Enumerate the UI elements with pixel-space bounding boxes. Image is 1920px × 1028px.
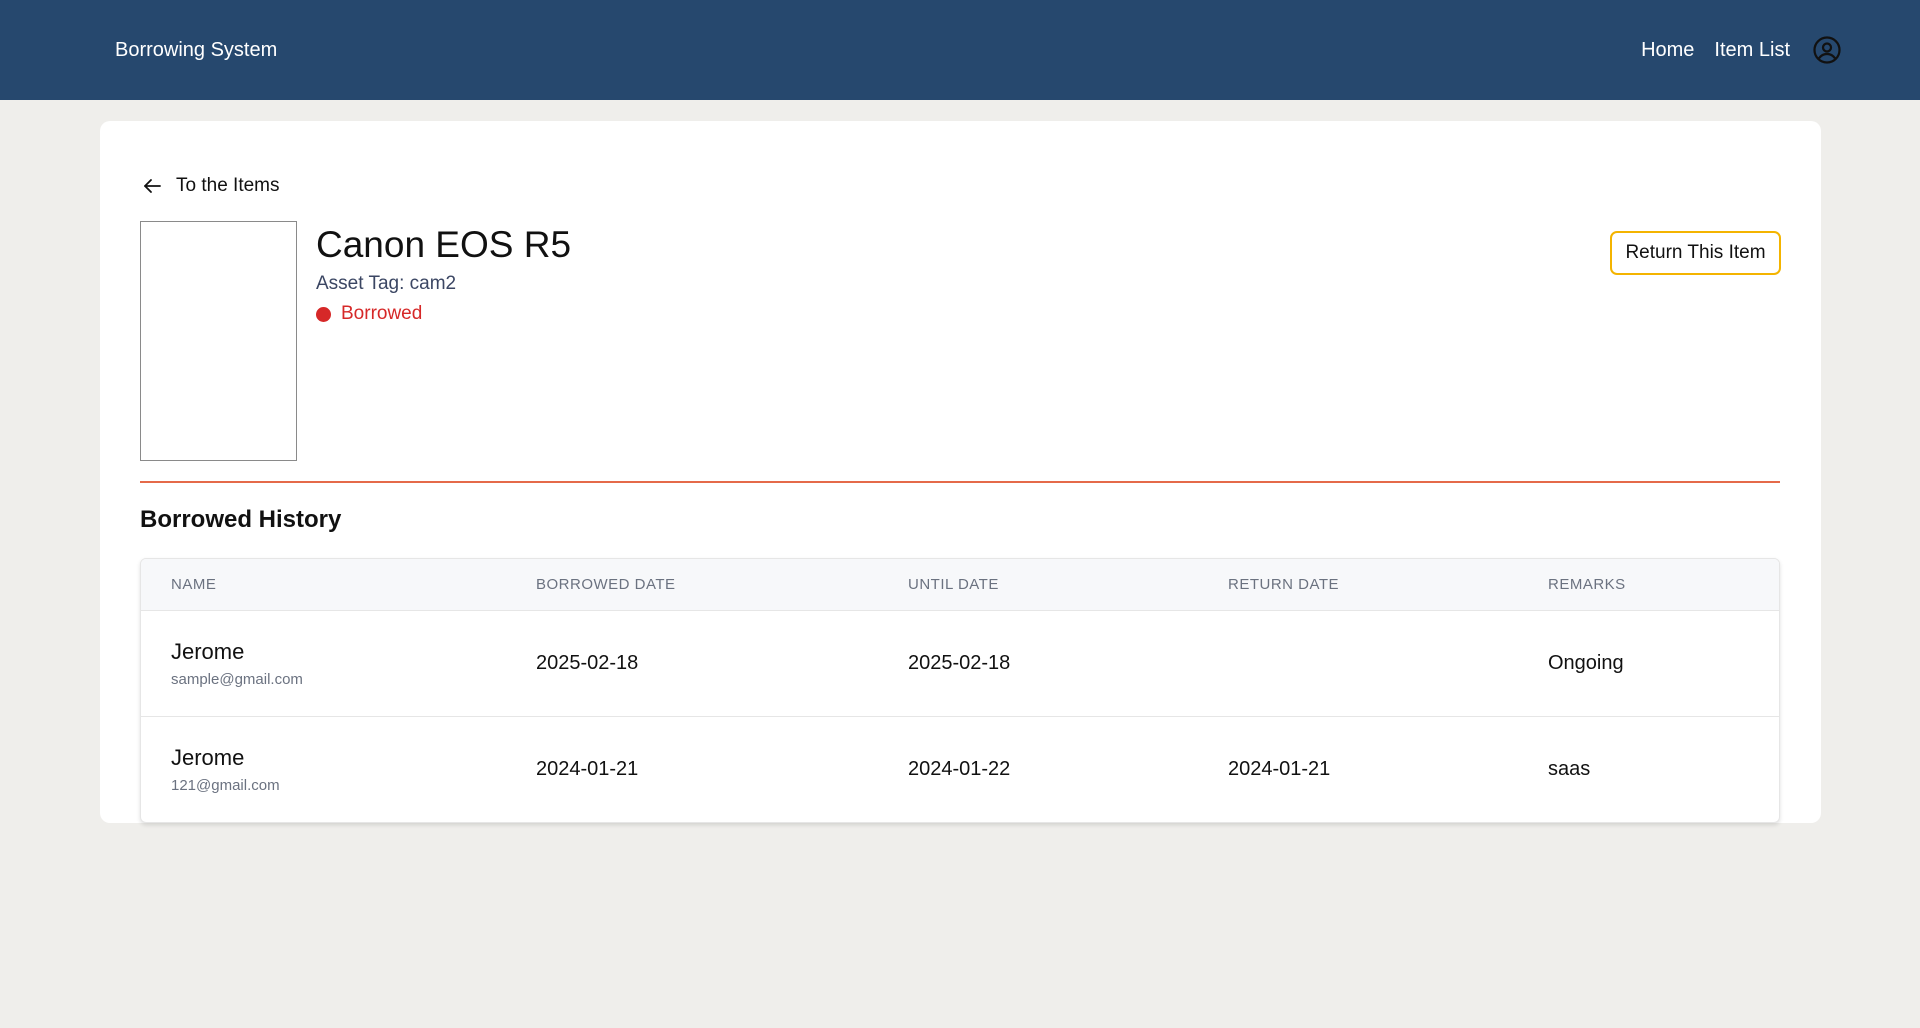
history-table: NAME BORROWED DATE UNTIL DATE RETURN DAT… xyxy=(140,558,1780,823)
nav-home-link[interactable]: Home xyxy=(1641,39,1694,62)
item-detail-card: To the Items Canon EOS R5 Asset Tag: cam… xyxy=(100,121,1821,823)
status-badge: Borrowed xyxy=(316,303,571,325)
column-header-remarks: REMARKS xyxy=(1548,575,1626,593)
user-circle-icon[interactable] xyxy=(1812,35,1842,65)
column-header-name: NAME xyxy=(171,575,217,593)
top-navbar: Borrowing System Home Item List xyxy=(0,0,1920,100)
main-nav: Home Item List xyxy=(1641,35,1842,65)
borrower-cell: Jerome 121@gmail.com xyxy=(141,716,506,822)
borrower-name: Jerome xyxy=(171,638,245,664)
back-link-label: To the Items xyxy=(176,175,280,196)
borrower-cell: Jerome sample@gmail.com xyxy=(141,610,506,716)
history-title: Borrowed History xyxy=(140,506,342,533)
return-item-button[interactable]: Return This Item xyxy=(1610,231,1781,275)
status-label: Borrowed xyxy=(341,303,423,324)
item-info: Canon EOS R5 Asset Tag: cam2 Borrowed xyxy=(316,223,571,325)
borrower-name: Jerome xyxy=(171,744,245,770)
table-header-row: NAME BORROWED DATE UNTIL DATE RETURN DAT… xyxy=(141,559,1779,610)
return-date-cell xyxy=(1198,610,1518,716)
borrower-email: sample@gmail.com xyxy=(171,670,303,688)
item-image xyxy=(140,221,297,461)
borrowed-date-cell: 2024-01-21 xyxy=(536,757,639,780)
column-header-until-date: UNTIL DATE xyxy=(908,575,999,593)
asset-tag: Asset Tag: cam2 xyxy=(316,273,457,294)
remarks-cell: saas xyxy=(1548,757,1591,780)
table-row: Jerome sample@gmail.com 2025-02-18 2025-… xyxy=(141,610,1779,716)
until-date-cell: 2024-01-22 xyxy=(908,757,1011,780)
table-row: Jerome 121@gmail.com 2024-01-21 2024-01-… xyxy=(141,716,1779,822)
item-title: Canon EOS R5 xyxy=(316,224,572,265)
remarks-cell: Ongoing xyxy=(1548,651,1624,674)
borrowed-date-cell: 2025-02-18 xyxy=(536,651,639,674)
borrower-email: 121@gmail.com xyxy=(171,776,280,794)
arrow-left-icon xyxy=(144,179,161,193)
back-to-items-link[interactable]: To the Items xyxy=(140,174,280,198)
until-date-cell: 2025-02-18 xyxy=(908,651,1011,674)
nav-item-list-link[interactable]: Item List xyxy=(1714,39,1790,62)
section-divider xyxy=(140,481,1780,483)
status-dot-icon xyxy=(316,306,331,322)
brand-title[interactable]: Borrowing System xyxy=(115,39,277,62)
column-header-borrowed-date: BORROWED DATE xyxy=(536,575,676,593)
column-header-return-date: RETURN DATE xyxy=(1228,575,1340,593)
return-date-cell: 2024-01-21 xyxy=(1228,757,1331,780)
